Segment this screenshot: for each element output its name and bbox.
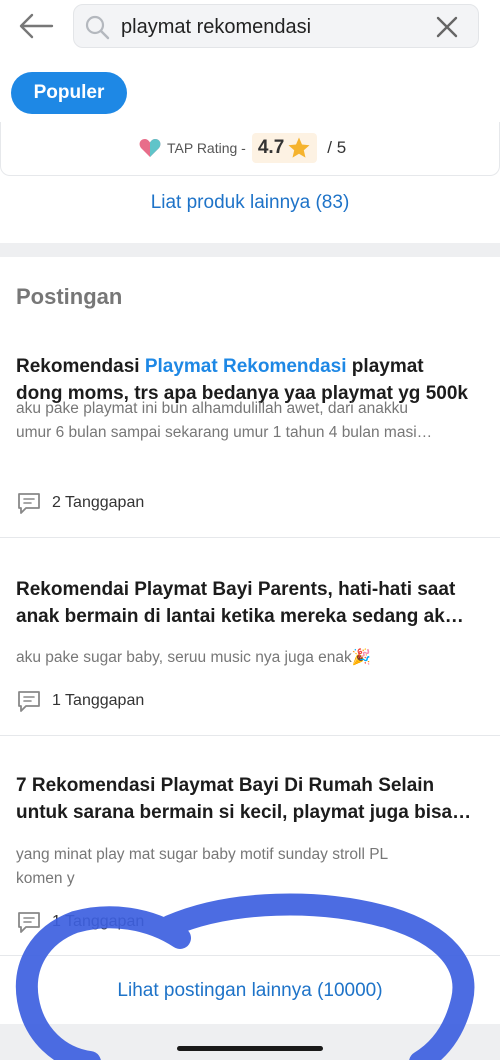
search-input[interactable]: playmat rekomendasi bbox=[73, 4, 479, 48]
arrow-left-icon bbox=[19, 13, 54, 39]
reply-text: 1 Tanggapan bbox=[52, 692, 145, 709]
section-divider bbox=[0, 1024, 500, 1060]
snippet-line: komen y bbox=[16, 870, 75, 887]
divider bbox=[0, 537, 500, 538]
header-bar: playmat rekomendasi bbox=[0, 0, 500, 56]
see-more-products-link[interactable]: Liat produk lainnya (83) bbox=[0, 192, 500, 214]
tap-rating: TAP Rating - 4.7 / 5 bbox=[139, 133, 347, 163]
reply-count[interactable]: 1 Tanggapan bbox=[16, 909, 144, 935]
search-icon bbox=[85, 15, 110, 40]
post-title-line: anak bermain di lantai ketika mereka sed… bbox=[16, 606, 464, 627]
rating-value: 4.7 bbox=[257, 137, 285, 158]
snippet-line: yang minat play mat sugar baby motif sun… bbox=[16, 846, 389, 863]
reply-count[interactable]: 2 Tanggapan bbox=[16, 490, 144, 516]
star-icon bbox=[288, 137, 310, 158]
comment-icon bbox=[18, 493, 40, 514]
tab-populer[interactable]: Populer bbox=[11, 72, 127, 114]
divider bbox=[0, 955, 500, 956]
reply-text: 2 Tanggapan bbox=[52, 494, 145, 511]
post-title: Rekomendai Playmat Bayi Parents, hati-ha… bbox=[16, 576, 486, 630]
section-title: Postingan bbox=[16, 284, 123, 309]
reply-count[interactable]: 1 Tanggapan bbox=[16, 688, 144, 714]
comment-icon bbox=[18, 691, 40, 712]
snippet-line: aku pake playmat ini bun alhamdulillah a… bbox=[16, 400, 409, 417]
divider bbox=[0, 735, 500, 736]
post-title: 7 Rekomendasi Playmat Bayi Di Rumah Sela… bbox=[16, 772, 486, 826]
snippet-line: aku pake sugar baby, seruu music nya jug… bbox=[16, 649, 372, 666]
close-icon[interactable] bbox=[434, 14, 460, 40]
home-indicator bbox=[177, 1046, 323, 1051]
rating-badge: 4.7 bbox=[251, 133, 318, 163]
comment-icon bbox=[18, 912, 40, 933]
search-query-text: playmat rekomendasi bbox=[121, 16, 312, 38]
screen: playmat rekomendasi Populer TAP Rating -… bbox=[0, 0, 500, 1060]
post-title-highlight: Playmat Rekomendasi bbox=[144, 356, 347, 377]
reply-text: 1 Tanggapan bbox=[52, 913, 145, 930]
post-title-text: Rekomendasi bbox=[16, 356, 145, 377]
post-title-line: Rekomendai Playmat Bayi Parents, hati-ha… bbox=[16, 579, 456, 600]
rating-max: / 5 bbox=[327, 138, 347, 157]
post-title-line: untuk sarana bermain si kecil, playmat j… bbox=[16, 802, 472, 823]
snippet-line: umur 6 bulan sampai sekarang umur 1 tahu… bbox=[16, 424, 433, 441]
back-button[interactable] bbox=[14, 8, 58, 44]
post-snippet: aku pake sugar baby, seruu music nya jug… bbox=[16, 646, 484, 670]
post-snippet: yang minat play mat sugar baby motif sun… bbox=[16, 843, 484, 891]
section-divider bbox=[0, 243, 500, 257]
rating-label: TAP Rating - bbox=[167, 140, 246, 156]
post-title-line: 7 Rekomendasi Playmat Bayi Di Rumah Sela… bbox=[16, 775, 435, 796]
heart-icon bbox=[139, 139, 161, 157]
post-snippet: aku pake playmat ini bun alhamdulillah a… bbox=[16, 397, 484, 445]
see-more-posts-link[interactable]: Lihat postingan lainnya (10000) bbox=[0, 980, 500, 1002]
post-title-text: playmat bbox=[346, 356, 424, 377]
product-card[interactable]: TAP Rating - 4.7 / 5 bbox=[0, 122, 500, 176]
